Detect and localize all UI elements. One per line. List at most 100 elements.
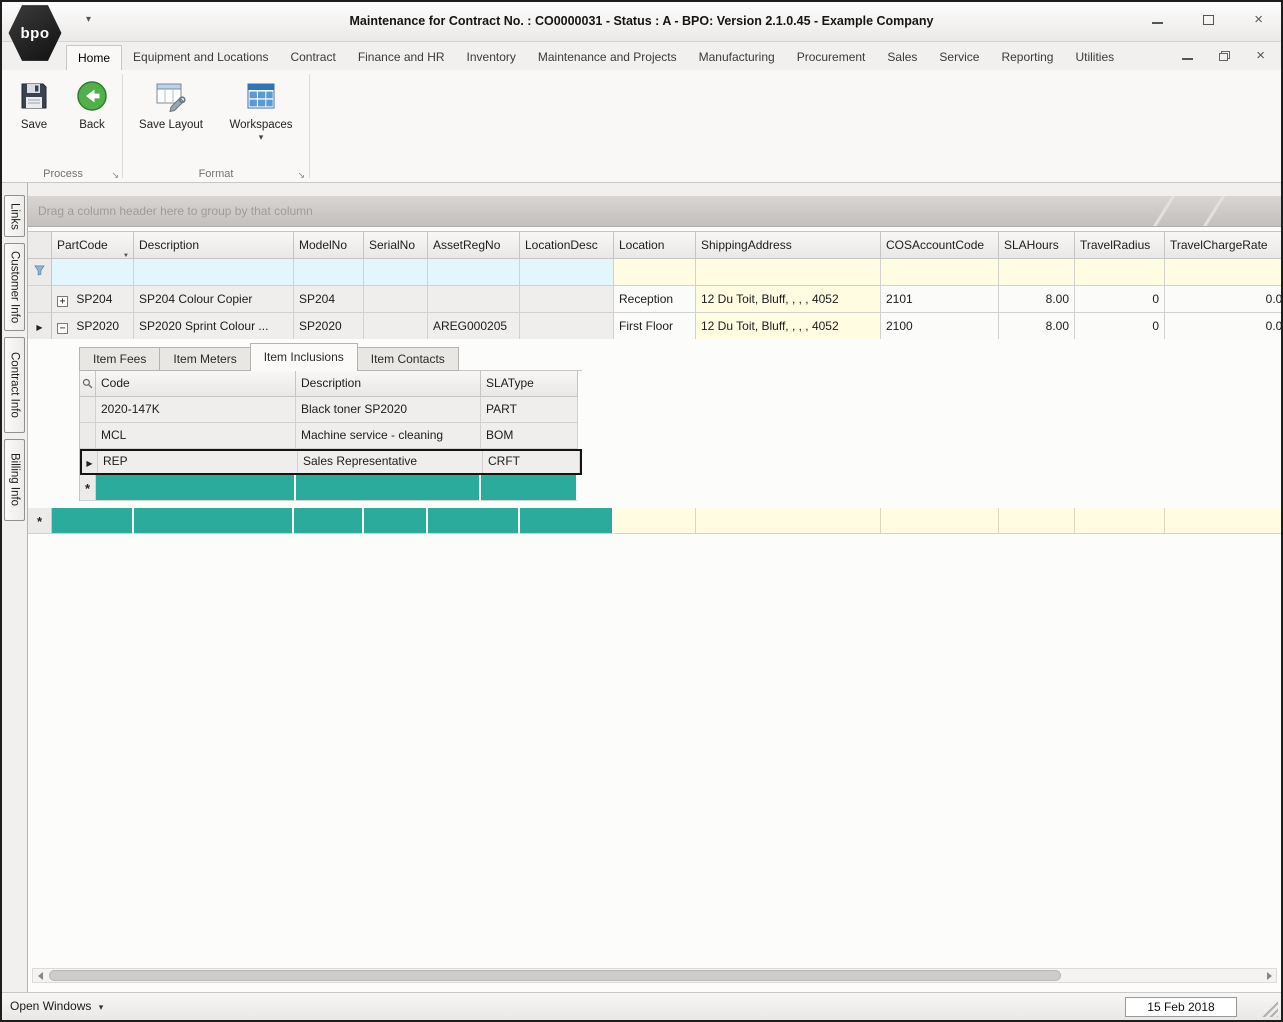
detail-row[interactable]: 2020-147K Black toner SP2020 PART <box>80 397 582 423</box>
cell-serialno[interactable] <box>364 286 428 313</box>
new-row-cell-shippingaddress[interactable] <box>696 508 881 534</box>
tab-reporting[interactable]: Reporting <box>990 45 1064 70</box>
close-icon[interactable]: × <box>1254 12 1263 27</box>
cell-slatype[interactable]: PART <box>481 397 578 423</box>
cell-description[interactable]: Black toner SP2020 <box>296 397 481 423</box>
filter-cell-modelno[interactable] <box>294 259 364 286</box>
cell-travelradius[interactable]: 0 <box>1075 286 1165 313</box>
date-field[interactable]: 15 Feb 2018 <box>1125 997 1237 1017</box>
cell-cosaccountcode[interactable]: 2100 <box>881 313 999 340</box>
cell-slahours[interactable]: 8.00 <box>999 313 1075 340</box>
scroll-left-icon[interactable] <box>33 969 47 982</box>
format-dialog-launcher-icon[interactable]: ↘ <box>297 170 305 180</box>
tab-finance-and-hr[interactable]: Finance and HR <box>347 45 456 70</box>
resize-grip-icon[interactable] <box>1261 1000 1278 1017</box>
table-row[interactable]: + SP204 SP204 Colour Copier SP204 Recept… <box>28 286 1281 313</box>
cell-description[interactable]: Machine service - cleaning <box>296 423 481 449</box>
detail-new-row[interactable]: * <box>80 475 582 501</box>
cell-slatype[interactable]: CRFT <box>483 451 580 473</box>
filter-cell-travelradius[interactable] <box>1075 259 1165 286</box>
cell-location[interactable]: Reception <box>614 286 696 313</box>
new-row-cell-modelno[interactable] <box>294 508 364 534</box>
maximize-icon[interactable] <box>1203 15 1215 25</box>
filter-cell-partcode[interactable] <box>52 259 134 286</box>
detail-row-selected[interactable]: ▶ REP Sales Representative CRFT <box>80 449 582 475</box>
filter-caret-icon[interactable]: ▼ <box>123 243 129 258</box>
cell-travelchargerate[interactable]: 0.00 <box>1165 313 1281 340</box>
tab-item-meters[interactable]: Item Meters <box>159 347 251 371</box>
filter-cell-cosaccountcode[interactable] <box>881 259 999 286</box>
cell-code[interactable]: REP <box>98 451 298 473</box>
column-header-description[interactable]: Description <box>134 232 294 259</box>
tab-inventory[interactable]: Inventory <box>456 45 527 70</box>
column-header-assetregno[interactable]: AssetRegNo <box>428 232 520 259</box>
process-dialog-launcher-icon[interactable]: ↘ <box>111 170 119 180</box>
cell-shippingaddress[interactable]: 12 Du Toit, Bluff, , , , 4052 <box>696 313 881 340</box>
tab-item-fees[interactable]: Item Fees <box>79 347 161 371</box>
new-row-cell-partcode[interactable] <box>52 508 134 534</box>
scroll-right-icon[interactable] <box>1262 969 1276 982</box>
new-row-cell-travelchargerate[interactable] <box>1165 508 1281 534</box>
cell-description[interactable]: SP2020 Sprint Colour ... <box>134 313 294 340</box>
collapse-minus-icon[interactable]: − <box>57 323 68 334</box>
column-header-slatype[interactable]: SLAType <box>481 371 578 397</box>
column-header-cosaccountcode[interactable]: COSAccountCode <box>881 232 999 259</box>
mdi-minimize-icon[interactable] <box>1182 52 1194 60</box>
open-windows-button[interactable]: Open Windows ▾ <box>10 993 103 1020</box>
row-indicator[interactable]: ▶ <box>82 451 98 473</box>
expand-plus-icon[interactable]: + <box>57 296 68 307</box>
detail-search-header-cell[interactable] <box>80 371 96 397</box>
column-header-locationdesc[interactable]: LocationDesc <box>520 232 614 259</box>
new-row-cell-slatype[interactable] <box>481 475 578 501</box>
filter-cell-locationdesc[interactable] <box>520 259 614 286</box>
cell-description[interactable]: Sales Representative <box>298 451 483 473</box>
tab-home[interactable]: Home <box>66 45 123 70</box>
tab-contract[interactable]: Contract <box>279 45 346 70</box>
save-button[interactable]: Save <box>6 76 62 132</box>
column-header-serialno[interactable]: SerialNo <box>364 232 428 259</box>
tab-utilities[interactable]: Utilities <box>1064 45 1125 70</box>
column-header-travelradius[interactable]: TravelRadius <box>1075 232 1165 259</box>
cell-shippingaddress[interactable]: 12 Du Toit, Bluff, , , , 4052 <box>696 286 881 313</box>
cell-assetregno[interactable] <box>428 286 520 313</box>
new-row-cell-description[interactable] <box>296 475 481 501</box>
sidebar-item-links[interactable]: Links <box>4 195 25 237</box>
new-row-cell-locationdesc[interactable] <box>520 508 614 534</box>
column-header-slahours[interactable]: SLAHours <box>999 232 1075 259</box>
tab-item-contacts[interactable]: Item Contacts <box>356 347 459 371</box>
sidebar-item-billing-info[interactable]: Billing Info <box>4 439 25 521</box>
filter-cell-slahours[interactable] <box>999 259 1075 286</box>
new-row-cell-serialno[interactable] <box>364 508 428 534</box>
tab-service[interactable]: Service <box>928 45 990 70</box>
tab-sales[interactable]: Sales <box>876 45 928 70</box>
cell-modelno[interactable]: SP204 <box>294 286 364 313</box>
row-indicator[interactable] <box>28 286 52 313</box>
back-button[interactable]: Back <box>64 76 120 132</box>
cell-cosaccountcode[interactable]: 2101 <box>881 286 999 313</box>
tab-manufacturing[interactable]: Manufacturing <box>688 45 786 70</box>
cell-code[interactable]: MCL <box>96 423 296 449</box>
new-row-cell-code[interactable] <box>96 475 296 501</box>
cell-locationdesc[interactable] <box>520 313 614 340</box>
filter-cell-assetregno[interactable] <box>428 259 520 286</box>
column-header-travelchargerate[interactable]: TravelChargeRate <box>1165 232 1281 259</box>
detail-row[interactable]: MCL Machine service - cleaning BOM <box>80 423 582 449</box>
workspaces-button[interactable]: Workspaces ▾ <box>218 76 304 142</box>
workspaces-caret-icon[interactable]: ▾ <box>218 132 304 142</box>
minimize-icon[interactable] <box>1152 16 1164 24</box>
filter-cell-travelchargerate[interactable] <box>1165 259 1281 286</box>
filter-cell-serialno[interactable] <box>364 259 428 286</box>
mdi-restore-icon[interactable] <box>1219 51 1231 61</box>
tab-maintenance-and-projects[interactable]: Maintenance and Projects <box>527 45 688 70</box>
cell-locationdesc[interactable] <box>520 286 614 313</box>
column-header-modelno[interactable]: ModelNo <box>294 232 364 259</box>
table-row[interactable]: ▶ − SP2020 SP2020 Sprint Colour ... SP20… <box>28 313 1281 340</box>
column-header-partcode[interactable]: PartCode ▼ <box>52 232 134 259</box>
row-indicator[interactable] <box>80 397 96 423</box>
tab-item-inclusions[interactable]: Item Inclusions <box>249 343 358 371</box>
new-row-cell-cosaccountcode[interactable] <box>881 508 999 534</box>
horizontal-scrollbar[interactable] <box>32 968 1277 983</box>
column-header-shippingaddress[interactable]: ShippingAddress <box>696 232 881 259</box>
tab-equipment-and-locations[interactable]: Equipment and Locations <box>122 45 279 70</box>
new-row[interactable]: * <box>28 508 1281 534</box>
